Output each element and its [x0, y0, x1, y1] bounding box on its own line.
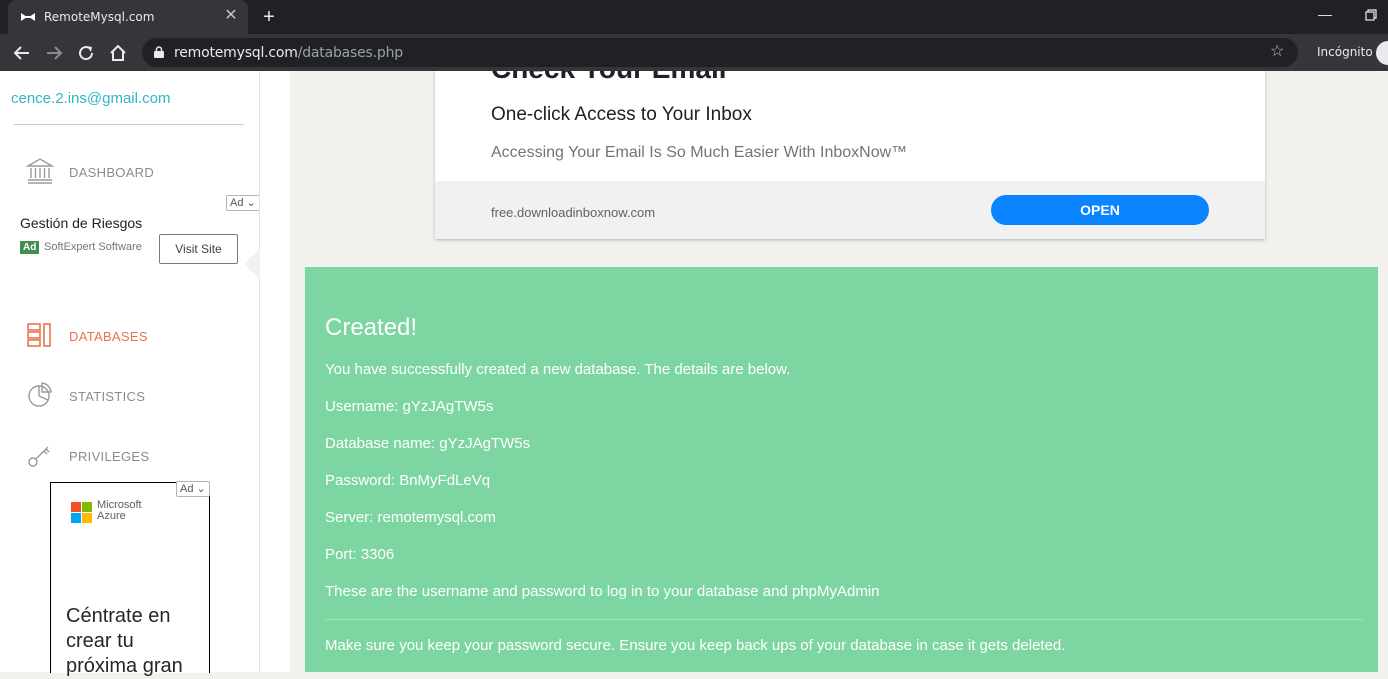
sidebar-item-label: PRIVILEGES	[69, 449, 150, 464]
sidebar-item-databases[interactable]: DATABASES	[26, 321, 246, 351]
sidebar-ad[interactable]: Ad ⌄ Gestión de Riesgos Ad SoftExpert So…	[0, 195, 260, 285]
ad-headline[interactable]: Céntrate en crear tu próxima gran	[66, 604, 206, 679]
ad-title[interactable]: Gestión de Riesgos	[20, 215, 142, 231]
site-favicon-icon	[21, 13, 35, 21]
browser-tab-bar: RemoteMysql.com ✕ + —	[0, 0, 1388, 34]
sidebar-item-label: DASHBOARD	[69, 165, 155, 180]
tab-title: RemoteMysql.com	[44, 10, 155, 24]
sidebar-item-dashboard[interactable]: DASHBOARD	[26, 157, 246, 187]
address-bar[interactable]: remotemysql.com/databases.php ☆	[142, 38, 1298, 67]
new-tab-icon[interactable]: +	[258, 6, 280, 28]
url-text: remotemysql.com/databases.php	[174, 45, 403, 61]
reload-icon[interactable]	[75, 42, 97, 64]
sidebar: cence.2.ins@gmail.com DASHBOARD Ad ⌄ Ges…	[0, 71, 260, 677]
ad-tag: Ad	[20, 241, 40, 254]
lock-icon	[154, 46, 164, 58]
microsoft-logo-icon	[71, 502, 92, 523]
content-gutter	[260, 71, 290, 672]
back-arrow-icon[interactable]	[11, 42, 33, 64]
ad-content: Check Your Email	[435, 71, 1265, 181]
sidebar-item-privileges[interactable]: PRIVILEGES	[26, 441, 246, 471]
ad-cut-title: Check Your Email	[491, 71, 727, 85]
login-note: These are the username and password to l…	[325, 583, 880, 600]
browser-tab[interactable]: RemoteMysql.com ✕	[8, 0, 248, 34]
security-note: Make sure you keep your password secure.…	[325, 637, 1066, 654]
bank-icon	[26, 158, 54, 184]
alert-heading: Created!	[325, 314, 418, 341]
server-text: Server: remotemysql.com	[325, 509, 496, 526]
success-alert: Created! You have successfully created a…	[305, 267, 1378, 672]
divider	[325, 619, 1363, 620]
inbox-ad[interactable]: Check Your Email One-click Access to You…	[435, 71, 1265, 239]
browser-toolbar: remotemysql.com/databases.php ☆ Incógnit…	[0, 34, 1388, 71]
user-email[interactable]: cence.2.ins@gmail.com	[11, 90, 170, 107]
sidebar-item-label: STATISTICS	[69, 389, 146, 404]
close-tab-icon[interactable]: ✕	[222, 7, 240, 25]
bookmark-star-icon[interactable]: ☆	[1270, 43, 1288, 61]
azure-ad[interactable]: Microsoft Azure Céntrate en crear tu pró…	[50, 482, 210, 677]
sidebar-item-statistics[interactable]: STATISTICS	[26, 381, 246, 411]
alert-intro: You have successfully created a new data…	[325, 361, 791, 378]
pie-chart-icon	[28, 382, 52, 407]
active-indicator	[244, 248, 260, 280]
incognito-label: Incógnito	[1317, 45, 1373, 59]
visit-site-button[interactable]: Visit Site	[159, 234, 238, 264]
port-text: Port: 3306	[325, 546, 395, 563]
ad-display-url[interactable]: free.downloadinboxnow.com	[491, 205, 655, 220]
database-name-text: Database name: gYzJAgTW5s	[325, 435, 531, 452]
restore-window-icon[interactable]	[1362, 6, 1380, 24]
ad-advertiser: SoftExpert Software	[44, 241, 142, 253]
divider	[14, 124, 244, 125]
ad-footer: free.downloadinboxnow.com OPEN	[435, 181, 1265, 239]
ad-badge[interactable]: Ad ⌄	[226, 195, 260, 211]
home-icon[interactable]	[107, 42, 129, 64]
ad-title[interactable]: One-click Access to Your Inbox	[491, 104, 752, 126]
open-button[interactable]: OPEN	[991, 195, 1209, 225]
password-text: Password: BnMyFdLeVq	[325, 472, 491, 489]
ad-description: Accessing Your Email Is So Much Easier W…	[491, 144, 908, 161]
sidebar-item-label: DATABASES	[69, 329, 148, 344]
ad-badge[interactable]: Ad ⌄	[176, 481, 210, 497]
incognito-icon[interactable]	[1376, 41, 1388, 65]
brand-name: Microsoft Azure	[97, 499, 142, 522]
forward-arrow-icon[interactable]	[43, 42, 65, 64]
key-icon	[28, 446, 50, 467]
minimize-window-icon[interactable]: —	[1316, 6, 1334, 24]
database-list-icon	[27, 323, 51, 347]
username-text: Username: gYzJAgTW5s	[325, 398, 494, 415]
